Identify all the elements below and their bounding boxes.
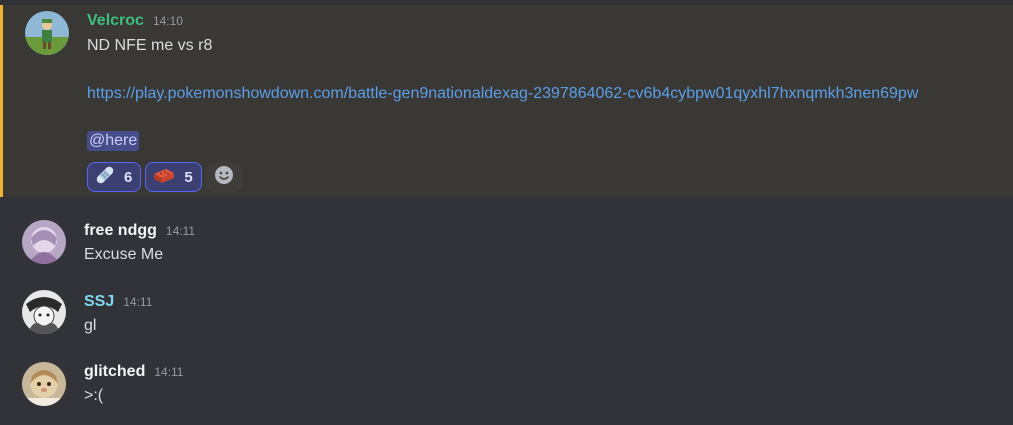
message-free-ndgg: free ndgg 14:11 Excuse Me (0, 205, 1013, 275)
author-name[interactable]: free ndgg (84, 222, 157, 240)
message-link-line: https://play.pokemonshowdown.com/battle-… (87, 85, 918, 103)
message-header: free ndgg 14:11 (84, 222, 195, 240)
reaction-count: 6 (124, 168, 133, 186)
message-text: gl (84, 317, 97, 334)
timestamp[interactable]: 14:11 (166, 224, 195, 238)
battle-link[interactable]: https://play.pokemonshowdown.com/battle-… (87, 85, 918, 102)
author-name[interactable]: Velcroc (87, 12, 144, 30)
message-text: >:( (84, 387, 104, 404)
message-text: Excuse Me (84, 246, 164, 263)
avatar[interactable] (22, 220, 66, 264)
smiley-icon (214, 165, 234, 190)
reaction-bandage[interactable]: 6 (87, 162, 142, 192)
message-header: glitched 14:11 (84, 363, 183, 381)
bandage-icon (94, 164, 116, 191)
timestamp[interactable]: 14:11 (154, 365, 183, 379)
timestamp[interactable]: 14:10 (153, 14, 183, 28)
timestamp[interactable]: 14:11 (123, 295, 152, 309)
brick-icon (152, 164, 176, 191)
avatar[interactable] (22, 362, 66, 406)
chat-message-list: Velcroc 14:10 ND NFE me vs r8 https://pl… (0, 0, 1013, 425)
reaction-count: 5 (184, 168, 193, 186)
message-velcroc: Velcroc 14:10 ND NFE me vs r8 https://pl… (0, 5, 1013, 197)
message-ssj: SSJ 14:11 gl (0, 277, 1013, 347)
reaction-brick[interactable]: 5 (145, 162, 202, 192)
message-glitched: glitched 14:11 >:( (0, 348, 1013, 425)
reactions-bar: 6 5 (87, 162, 242, 192)
here-mention[interactable]: @here (87, 131, 140, 151)
avatar[interactable] (25, 11, 69, 55)
message-text: ND NFE me vs r8 (87, 37, 213, 54)
avatar[interactable] (22, 290, 66, 334)
author-name[interactable]: glitched (84, 363, 145, 381)
message-header: Velcroc 14:10 (87, 12, 183, 30)
add-reaction-button[interactable] (205, 162, 242, 192)
message-header: SSJ 14:11 (84, 293, 152, 311)
author-name[interactable]: SSJ (84, 293, 114, 311)
